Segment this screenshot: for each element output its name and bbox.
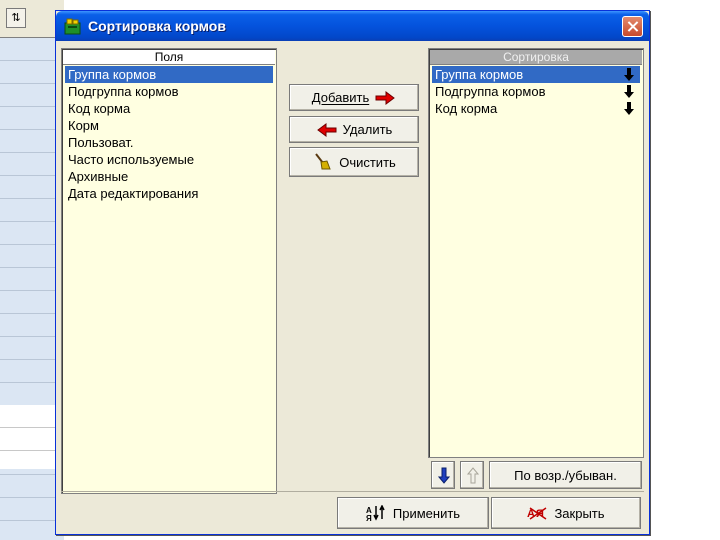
dialog-title: Сортировка кормов <box>88 18 226 34</box>
svg-text:Я: Я <box>366 514 372 521</box>
close-button[interactable]: A Я Закрыть <box>491 497 641 529</box>
list-item[interactable]: Подгруппа кормов <box>65 83 273 100</box>
arrow-up-icon <box>467 467 479 484</box>
list-item-label: Архивные <box>68 169 129 184</box>
list-item-label: Группа кормов <box>68 67 157 82</box>
sort-icon[interactable]: ⇅ <box>6 8 26 28</box>
list-item-label: Подгруппа кормов <box>435 84 546 99</box>
add-button-label: Добавить <box>311 90 370 105</box>
list-item[interactable]: Часто используемые <box>65 151 273 168</box>
arrow-down-icon[interactable] <box>624 102 634 115</box>
list-item[interactable]: Код корма <box>432 100 640 117</box>
clear-button-label: Очистить <box>339 154 396 170</box>
list-item[interactable]: Группа кормов <box>65 66 273 83</box>
list-item[interactable]: Код корма <box>65 100 273 117</box>
move-down-button[interactable] <box>431 461 455 489</box>
list-item[interactable]: Корм <box>65 117 273 134</box>
arrow-right-icon <box>375 90 396 105</box>
apply-button-label: Применить <box>392 505 461 521</box>
list-item-label: Пользоват. <box>68 135 134 150</box>
remove-button[interactable]: Удалить <box>289 116 419 143</box>
sort-icon: A Я <box>366 505 385 521</box>
list-item[interactable]: Группа кормов <box>432 66 640 83</box>
sort-feeds-dialog: Сортировка кормов Поля Группа кормов Подг… <box>55 10 650 535</box>
fields-list-header: Поля <box>63 50 275 65</box>
list-item[interactable]: Подгруппа кормов <box>432 83 640 100</box>
list-item[interactable]: Дата редактирования <box>65 185 273 202</box>
list-item-label: Код корма <box>435 101 498 116</box>
arrow-down-icon <box>438 467 450 484</box>
list-item-label: Группа кормов <box>435 67 524 82</box>
fields-list-items: Группа кормов Подгруппа кормов Код корма Ко… <box>65 66 273 202</box>
list-item[interactable]: Пользоват. <box>65 134 273 151</box>
remove-button-label: Удалить <box>342 122 393 137</box>
list-item-label: Подгруппа кормов <box>68 84 179 99</box>
asc-desc-button[interactable]: По возр./убыван. <box>489 461 642 489</box>
list-item-label: Корм <box>68 118 99 133</box>
fields-list[interactable]: Поля Группа кормов Подгруппа кормов Код ко… <box>61 48 277 494</box>
close-button-label: Закрыть <box>554 505 605 521</box>
sort-list[interactable]: Сортировка Группа кормов Подгруппа кормов… <box>428 48 644 458</box>
move-up-button[interactable] <box>460 461 484 489</box>
list-item-label: Часто используемые <box>68 152 195 167</box>
clear-button[interactable]: Очистить <box>289 147 419 177</box>
background-top-strip <box>64 0 720 10</box>
list-item-label: Код корма <box>68 101 131 116</box>
bottom-bar: A Я Применить A Я Закрыть <box>61 491 644 531</box>
sort-list-header: Сортировка <box>430 50 642 65</box>
arrow-down-icon[interactable] <box>624 68 634 81</box>
close-sort-icon: A Я <box>527 507 547 520</box>
add-button[interactable]: Добавить <box>289 84 419 111</box>
list-item[interactable]: Архивные <box>65 168 273 185</box>
arrow-down-icon[interactable] <box>624 85 634 98</box>
sort-list-items: Группа кормов Подгруппа кормов Код корма <box>432 66 640 117</box>
arrow-left-icon <box>316 122 337 137</box>
close-icon[interactable] <box>622 16 643 37</box>
feed-box-icon <box>64 18 81 35</box>
asc-desc-button-label: По возр./убыван. <box>514 467 617 483</box>
apply-button[interactable]: A Я Применить <box>337 497 489 529</box>
title-bar[interactable]: Сортировка кормов <box>56 11 649 41</box>
broom-icon <box>315 153 331 170</box>
list-item-label: Дата редактирования <box>68 186 199 201</box>
